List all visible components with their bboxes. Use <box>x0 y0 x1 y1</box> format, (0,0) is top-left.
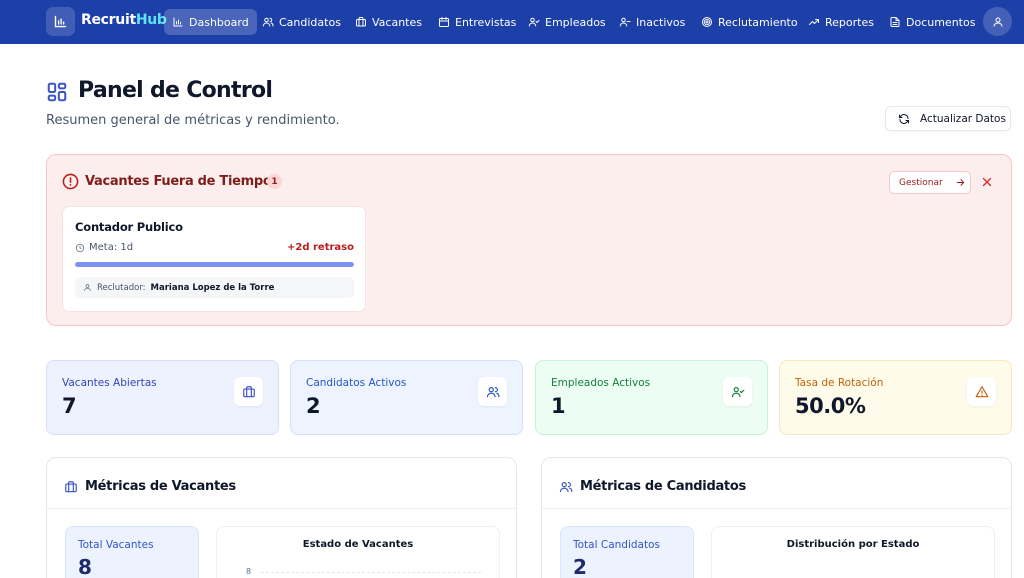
user-avatar-button[interactable] <box>983 7 1012 36</box>
user-icon <box>84 284 91 291</box>
nav-inactivos[interactable]: Inactivos <box>611 9 693 35</box>
top-navbar: RecruitHub Dashboard Candidatos Vacantes… <box>0 0 1024 44</box>
brand-name[interactable]: RecruitHub <box>81 12 167 28</box>
total-candidates-card: Total Candidatos 2 <box>560 526 694 578</box>
user-minus-icon <box>619 17 631 27</box>
nav-reportes[interactable]: Reportes <box>800 9 882 35</box>
y-axis-tick: 8 <box>246 567 252 576</box>
divider <box>47 508 516 509</box>
chart-gridline <box>261 572 481 573</box>
delay-progress-bar <box>75 262 354 267</box>
refresh-icon <box>899 113 909 124</box>
calendar-icon <box>439 17 449 27</box>
nav-reclutamiento[interactable]: Reclutamiento <box>693 9 806 35</box>
bar-chart-icon <box>173 17 183 27</box>
panel-title: Métricas de Vacantes <box>85 479 236 494</box>
alert-title: Vacantes Fuera de Tiempo <box>85 174 272 189</box>
stat-card-candidatos-activos: Candidatos Activos 2 <box>290 360 523 435</box>
stat-card-empleados-activos: Empleados Activos 1 <box>535 360 768 435</box>
briefcase-icon <box>242 385 255 397</box>
nav-entrevistas[interactable]: Entrevistas <box>430 9 524 35</box>
users-icon <box>262 17 274 27</box>
overdue-vacancies-alert: Vacantes Fuera de Tiempo 1 Gestionar Con… <box>46 154 1012 326</box>
candidate-status-chart: Distribución por Estado <box>711 526 995 578</box>
clock-icon <box>75 243 85 252</box>
user-icon <box>993 17 1002 27</box>
delay-progress-fill <box>75 262 354 267</box>
dashboard-grid-icon <box>47 82 67 102</box>
vacancy-goal: Meta: 1d <box>75 242 133 253</box>
briefcase-icon <box>356 17 366 27</box>
nav-empleados[interactable]: Empleados <box>520 9 614 35</box>
manage-button[interactable]: Gestionar <box>889 171 971 194</box>
briefcase-icon <box>65 480 77 492</box>
arrow-right-icon <box>956 179 965 186</box>
users-icon <box>486 386 499 397</box>
vacancy-delay: +2d retraso <box>287 242 354 253</box>
target-icon <box>702 17 712 27</box>
nav-candidatos[interactable]: Candidatos <box>254 9 349 35</box>
close-icon[interactable] <box>980 175 994 189</box>
trending-up-icon <box>809 19 819 25</box>
vacancy-metrics-panel: Métricas de Vacantes Total Vacantes 8 Es… <box>46 457 517 578</box>
candidate-metrics-panel: Métricas de Candidatos Total Candidatos … <box>541 457 1012 578</box>
stat-card-vacantes-abiertas: Vacantes Abiertas 7 <box>46 360 279 435</box>
recruiter-info: Reclutador: Mariana Lopez de la Torre <box>75 277 354 298</box>
file-icon <box>890 17 900 27</box>
alert-count-badge: 1 <box>267 174 282 189</box>
alert-triangle-icon <box>975 385 988 397</box>
page-subtitle: Resumen general de métricas y rendimient… <box>46 113 340 128</box>
page-title: Panel de Control <box>78 78 273 103</box>
nav-vacantes[interactable]: Vacantes <box>347 9 430 35</box>
users-icon <box>559 481 573 492</box>
user-check-icon <box>731 386 744 397</box>
total-vacancies-card: Total Vacantes 8 <box>65 526 199 578</box>
nav-documentos[interactable]: Documentos <box>881 9 983 35</box>
user-check-icon <box>528 17 540 27</box>
refresh-data-button[interactable]: Actualizar Datos <box>885 106 1011 131</box>
stat-card-tasa-rotacion: Tasa de Rotación 50.0% <box>779 360 1012 435</box>
alert-circle-icon <box>62 173 79 190</box>
divider <box>542 508 1011 509</box>
overdue-vacancy-card[interactable]: Contador Publico Meta: 1d +2d retraso Re… <box>62 206 366 312</box>
panel-title: Métricas de Candidatos <box>580 479 746 494</box>
vacancy-title: Contador Publico <box>75 220 183 234</box>
logo-icon[interactable] <box>46 7 75 36</box>
nav-dashboard[interactable]: Dashboard <box>164 9 257 35</box>
vacancy-status-chart: Estado de Vacantes 8 <box>216 526 500 578</box>
